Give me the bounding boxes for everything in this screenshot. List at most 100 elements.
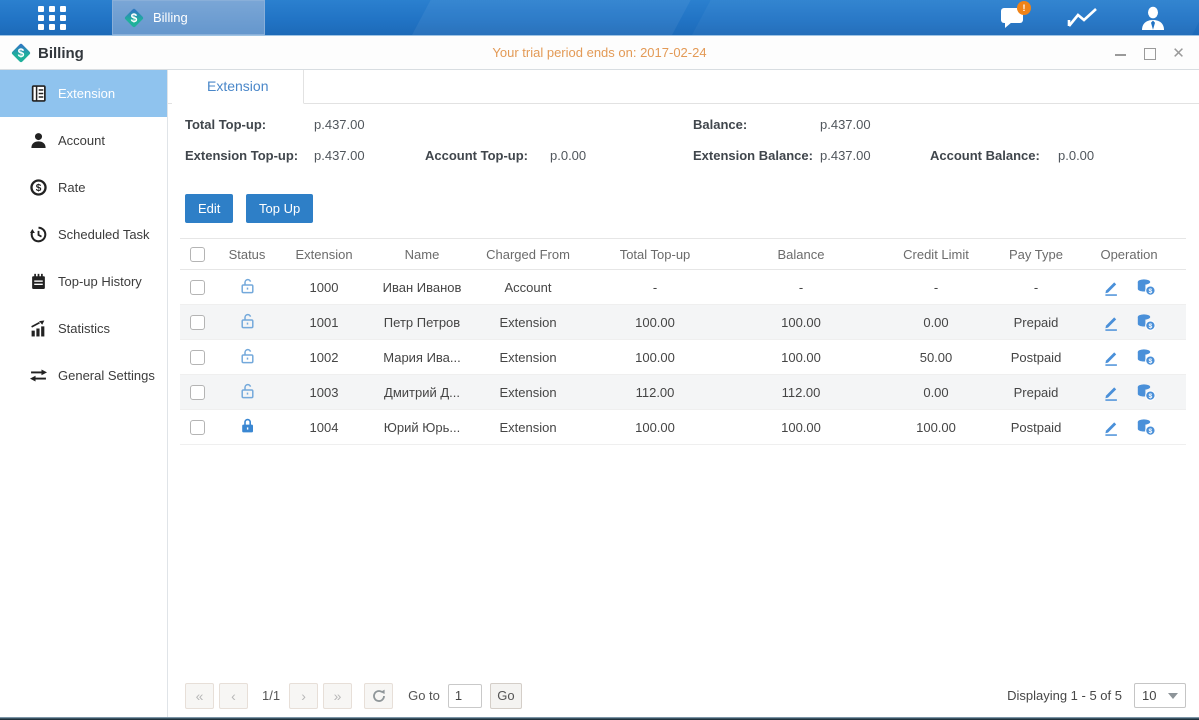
taskbar-tab-label: Billing — [153, 10, 188, 25]
select-all-checkbox[interactable] — [190, 247, 205, 262]
svg-text:$: $ — [36, 183, 42, 194]
taskbar-tab-billing[interactable]: $ Billing — [112, 0, 265, 35]
billing-window-icon: $ — [10, 42, 32, 64]
cell-name: Юрий Юрь... — [368, 410, 476, 445]
cell-pay-type: Postpaid — [1000, 340, 1072, 375]
account-balance-label: Account Balance: — [930, 148, 1040, 163]
top-up-money-icon[interactable]: $ — [1136, 383, 1156, 401]
cell-credit-limit: 0.00 — [872, 375, 1000, 410]
sidebar-item-extension[interactable]: Extension — [0, 70, 167, 117]
rate-icon: $ — [30, 179, 47, 196]
column-header-balance: Balance — [730, 239, 872, 270]
next-page-button[interactable]: › — [289, 683, 318, 709]
taskbar-decoration — [404, 0, 696, 36]
cell-total-topup: 112.00 — [580, 375, 730, 410]
cell-charged-from: Extension — [476, 340, 580, 375]
row-checkbox[interactable] — [190, 315, 205, 330]
first-page-button[interactable]: « — [185, 683, 214, 709]
refresh-icon — [372, 689, 386, 703]
row-checkbox[interactable] — [190, 420, 205, 435]
notification-badge: ! — [1017, 1, 1031, 15]
sidebar-item-label: Statistics — [58, 321, 110, 336]
extension-topup-value: p.437.00 — [314, 148, 365, 163]
goto-page-input[interactable] — [448, 684, 482, 708]
messages-icon[interactable]: ! — [997, 5, 1029, 31]
go-button[interactable]: Go — [490, 683, 522, 709]
column-header-extension: Extension — [280, 239, 368, 270]
sidebar-item-account[interactable]: Account — [0, 117, 167, 164]
cell-total-topup: 100.00 — [580, 305, 730, 340]
apps-grid-icon[interactable] — [36, 5, 70, 31]
sidebar-item-label: Rate — [58, 180, 85, 195]
cell-total-topup: 100.00 — [580, 340, 730, 375]
chevron-down-icon — [1168, 693, 1178, 699]
column-header-operation: Operation — [1072, 239, 1186, 270]
scheduled-task-icon — [30, 226, 47, 243]
svg-text:$: $ — [1149, 428, 1153, 435]
cell-balance: 112.00 — [730, 375, 872, 410]
edit-button[interactable]: Edit — [185, 194, 233, 223]
row-checkbox[interactable] — [190, 280, 205, 295]
tab-strip: Extension — [168, 70, 1199, 104]
top-up-money-icon[interactable]: $ — [1136, 348, 1156, 366]
extension-balance-label: Extension Balance: — [693, 148, 813, 163]
cell-balance: 100.00 — [730, 305, 872, 340]
top-up-button[interactable]: Top Up — [246, 194, 313, 223]
top-up-money-icon[interactable]: $ — [1136, 418, 1156, 436]
sidebar-item-scheduled-task[interactable]: Scheduled Task — [0, 211, 167, 258]
sidebar-item-label: Account — [58, 133, 105, 148]
cell-name: Дмитрий Д... — [368, 375, 476, 410]
edit-icon[interactable] — [1102, 418, 1120, 436]
locked-icon — [239, 417, 256, 435]
cell-extension: 1003 — [280, 375, 368, 410]
last-page-button[interactable]: » — [323, 683, 352, 709]
table-row: 1001 Петр Петров Extension 100.00 100.00… — [180, 305, 1186, 340]
row-checkbox[interactable] — [190, 385, 205, 400]
sidebar-item-label: Extension — [58, 86, 115, 101]
tab-extension[interactable]: Extension — [172, 70, 304, 104]
maximize-button[interactable] — [1143, 47, 1156, 60]
cell-total-topup: - — [580, 270, 730, 305]
cell-pay-type: Postpaid — [1000, 410, 1072, 445]
top-up-money-icon[interactable]: $ — [1136, 278, 1156, 296]
table-row: 1002 Мария Ива... Extension 100.00 100.0… — [180, 340, 1186, 375]
edit-icon[interactable] — [1102, 383, 1120, 401]
sidebar-item-general-settings[interactable]: General Settings — [0, 352, 167, 399]
table-row: 1003 Дмитрий Д... Extension 112.00 112.0… — [180, 375, 1186, 410]
sidebar-item-rate[interactable]: $ Rate — [0, 164, 167, 211]
cell-name: Петр Петров — [368, 305, 476, 340]
statistics-chart-icon[interactable] — [1067, 5, 1099, 31]
edit-icon[interactable] — [1102, 348, 1120, 366]
close-button[interactable]: ✕ — [1172, 47, 1185, 60]
account-icon — [30, 132, 47, 149]
unlocked-icon — [239, 347, 256, 365]
sidebar-item-statistics[interactable]: Statistics — [0, 305, 167, 352]
page-size-select[interactable]: 10 — [1134, 683, 1186, 708]
table-row: 1004 Юрий Юрь... Extension 100.00 100.00… — [180, 410, 1186, 445]
svg-text:$: $ — [1149, 393, 1153, 400]
taskbar: $ Billing ! — [0, 0, 1199, 36]
cell-credit-limit: - — [872, 270, 1000, 305]
total-topup-label: Total Top-up: — [185, 117, 266, 132]
user-account-icon[interactable] — [1137, 5, 1169, 31]
column-header-total-topup: Total Top-up — [580, 239, 730, 270]
column-header-status: Status — [214, 239, 280, 270]
minimize-button[interactable] — [1114, 47, 1127, 60]
account-balance-value: p.0.00 — [1058, 148, 1094, 163]
sidebar-item-label: Scheduled Task — [58, 227, 150, 242]
table-header-row: Status Extension Name Charged From Total… — [180, 239, 1186, 270]
window-titlebar: $ Billing Your trial period ends on: 201… — [0, 36, 1199, 70]
sidebar-item-topup-history[interactable]: Top-up History — [0, 258, 167, 305]
svg-text:$: $ — [1149, 323, 1153, 330]
svg-text:$: $ — [1149, 358, 1153, 365]
refresh-button[interactable] — [364, 683, 393, 709]
goto-label: Go to — [408, 688, 440, 703]
top-up-money-icon[interactable]: $ — [1136, 313, 1156, 331]
column-header-pay-type: Pay Type — [1000, 239, 1072, 270]
edit-icon[interactable] — [1102, 313, 1120, 331]
row-checkbox[interactable] — [190, 350, 205, 365]
table-row: 1000 Иван Иванов Account - - - - — [180, 270, 1186, 305]
prev-page-button[interactable]: ‹ — [219, 683, 248, 709]
column-header-charged-from: Charged From — [476, 239, 580, 270]
edit-icon[interactable] — [1102, 278, 1120, 296]
